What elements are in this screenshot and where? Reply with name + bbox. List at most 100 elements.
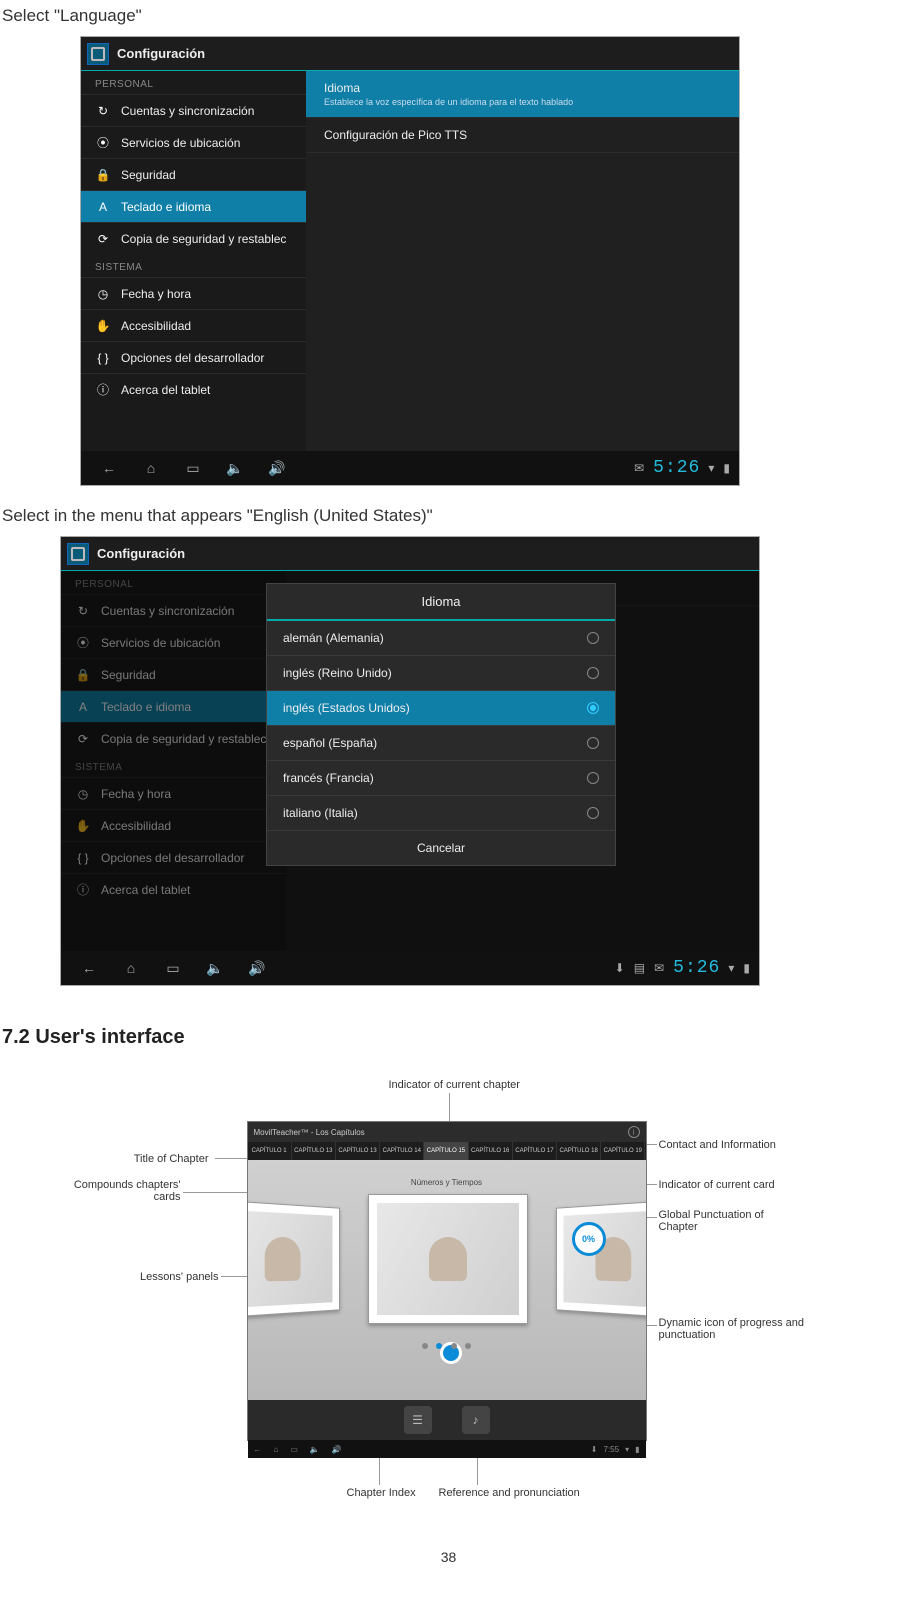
- sidebar-item-servicios: ⦿Servicios de ubicación: [61, 626, 286, 658]
- download-icon: ⬇: [591, 1445, 598, 1454]
- back-icon[interactable]: ←: [99, 458, 119, 478]
- app-title: MovilTeacher™ - Los Capítulos: [254, 1128, 365, 1137]
- chapter-tab[interactable]: CAPÍTULO 16: [469, 1142, 513, 1160]
- section-heading: 7.2 User's interface: [2, 1026, 897, 1049]
- settings-sidebar: PERSONAL ↻Cuentas y sincronización ⦿Serv…: [61, 571, 286, 951]
- bottom-toolbar: ☰ ♪: [248, 1400, 646, 1440]
- dot-icon: [422, 1343, 428, 1349]
- chapter-tab[interactable]: CAPÍTULO 19: [601, 1142, 645, 1160]
- sidebar-item-label: Servicios de ubicación: [121, 136, 240, 150]
- recents-icon[interactable]: ▭: [163, 958, 183, 978]
- info-icon: ⓘ: [75, 881, 91, 898]
- back-icon[interactable]: ←: [79, 958, 99, 978]
- chapter-tab[interactable]: CAPÍTULO 17: [513, 1142, 557, 1160]
- lang-option-it[interactable]: italiano (Italia): [267, 796, 615, 831]
- system-navbar: ← ⌂ ▭ 🔈 🔊 ⬇ ▤ ✉ 5:26 ▾ ▮: [61, 951, 759, 985]
- mail-icon: ✉: [654, 961, 665, 976]
- lesson-panel-left[interactable]: [248, 1200, 340, 1319]
- reference-button[interactable]: ♪: [462, 1406, 490, 1434]
- lang-option-es[interactable]: español (España): [267, 726, 615, 761]
- lang-label: francés (Francia): [283, 771, 374, 785]
- app-header: MovilTeacher™ - Los Capítulos i: [248, 1122, 646, 1142]
- volume-up-icon[interactable]: 🔊: [247, 958, 267, 978]
- lang-label: inglés (Estados Unidos): [283, 701, 410, 715]
- home-icon[interactable]: ⌂: [274, 1445, 279, 1454]
- callout-reference: Reference and pronunciation: [439, 1487, 580, 1499]
- volume-down-icon[interactable]: 🔈: [205, 958, 225, 978]
- chapter-tab[interactable]: CAPÍTULO 14: [380, 1142, 424, 1160]
- dialog-cancel-button[interactable]: Cancelar: [267, 831, 615, 865]
- option-label: Idioma: [324, 81, 360, 95]
- chapter-tab-current[interactable]: CAPÍTULO 15: [424, 1142, 468, 1160]
- option-pico[interactable]: Configuración de Pico TTS: [306, 118, 739, 153]
- option-idioma[interactable]: Idioma Establece la voz específica de un…: [306, 71, 739, 118]
- page-number: 38: [0, 1549, 897, 1565]
- lang-option-de[interactable]: alemán (Alemania): [267, 621, 615, 656]
- battery-icon: ▮: [635, 1445, 639, 1454]
- sidebar-item-dev[interactable]: { }Opciones del desarrollador: [81, 341, 306, 373]
- sidebar-item-fecha[interactable]: ◷ Fecha y hora: [81, 277, 306, 309]
- radio-icon: [587, 807, 599, 819]
- home-icon[interactable]: ⌂: [121, 958, 141, 978]
- lesson-panel-right[interactable]: [556, 1200, 646, 1319]
- sidebar-item-seguridad[interactable]: 🔒Seguridad: [81, 158, 306, 190]
- sidebar-item-copia[interactable]: ⟳Copia de seguridad y restablec: [81, 222, 306, 254]
- braces-icon: { }: [95, 351, 111, 365]
- sidebar-item-label: Acerca del tablet: [121, 383, 210, 397]
- language-dialog: Idioma alemán (Alemania) inglés (Reino U…: [266, 583, 616, 866]
- keyboard-icon: A: [75, 700, 91, 714]
- sidebar-item-label: Seguridad: [101, 668, 156, 682]
- info-icon: ⓘ: [95, 381, 111, 398]
- chapter-tab[interactable]: CAPÍTULO 18: [557, 1142, 601, 1160]
- sidebar-item-accesibilidad[interactable]: ✋Accesibilidad: [81, 309, 306, 341]
- sidebar-item-label: Acerca del tablet: [101, 883, 190, 897]
- chapter-index-button[interactable]: ☰: [404, 1406, 432, 1434]
- sidebar-item-label: Opciones del desarrollador: [101, 851, 244, 865]
- lang-option-us[interactable]: inglés (Estados Unidos): [267, 691, 615, 726]
- sidebar-item-cuentas[interactable]: ↻Cuentas y sincronización: [81, 94, 306, 126]
- clock-icon: ◷: [95, 287, 111, 301]
- backup-icon: ⟳: [95, 232, 111, 246]
- clock-icon: ◷: [75, 787, 91, 801]
- recents-icon[interactable]: ▭: [290, 1445, 298, 1454]
- lesson-panel-center[interactable]: [368, 1194, 528, 1324]
- info-icon[interactable]: i: [628, 1126, 640, 1138]
- home-icon[interactable]: ⌂: [141, 458, 161, 478]
- tablet-mockup: MovilTeacher™ - Los Capítulos i CAPÍTULO…: [247, 1121, 647, 1441]
- chapter-tab[interactable]: CAPÍTULO 1: [248, 1142, 292, 1160]
- window-title: Configuración: [97, 546, 185, 561]
- sidebar-item-accesibilidad: ✋Accesibilidad: [61, 809, 286, 841]
- sidebar-item-teclado[interactable]: ATeclado e idioma: [81, 190, 306, 222]
- volume-up-icon[interactable]: 🔊: [267, 458, 287, 478]
- sidebar-item-servicios[interactable]: ⦿Servicios de ubicación: [81, 126, 306, 158]
- person-placeholder: [248, 1210, 332, 1308]
- sidebar-item-acerca: ⓘ Acerca del tablet: [61, 873, 286, 905]
- chapter-title: Números y Tiempos: [248, 1178, 646, 1187]
- sidebar-item-acerca[interactable]: ⓘ Acerca del tablet: [81, 373, 306, 405]
- volume-up-icon[interactable]: 🔊: [332, 1445, 342, 1454]
- volume-down-icon[interactable]: 🔈: [225, 458, 245, 478]
- lang-option-fr[interactable]: francés (Francia): [267, 761, 615, 796]
- lang-option-uk[interactable]: inglés (Reino Unido): [267, 656, 615, 691]
- dot-icon: [465, 1343, 471, 1349]
- sidebar-item-label: Servicios de ubicación: [101, 636, 220, 650]
- interface-diagram: Indicator of current chapter Title of Ch…: [79, 1079, 819, 1519]
- sidebar-item-label: Fecha y hora: [121, 287, 191, 301]
- callout-title-chapter: Title of Chapter: [134, 1153, 209, 1165]
- lang-label: español (España): [283, 736, 377, 750]
- recents-icon[interactable]: ▭: [183, 458, 203, 478]
- radio-icon: [587, 737, 599, 749]
- battery-icon: ▮: [723, 461, 731, 476]
- chapter-tab[interactable]: CAPÍTULO 13: [292, 1142, 336, 1160]
- sidebar-item-label: Accesibilidad: [101, 819, 171, 833]
- wifi-icon: ▾: [728, 961, 735, 976]
- screenshot-2: Configuración PERSONAL ↻Cuentas y sincro…: [60, 536, 760, 986]
- section-sistema: SISTEMA: [61, 754, 286, 777]
- volume-down-icon[interactable]: 🔈: [310, 1445, 320, 1454]
- callout-indicator-chapter: Indicator of current chapter: [389, 1079, 520, 1091]
- radio-icon: [587, 667, 599, 679]
- chapter-tab[interactable]: CAPÍTULO 13: [336, 1142, 380, 1160]
- sidebar-item-label: Cuentas y sincronización: [121, 104, 254, 118]
- callout-dynamic: Dynamic icon of progress and punctuation: [659, 1317, 819, 1341]
- back-icon[interactable]: ←: [254, 1445, 262, 1454]
